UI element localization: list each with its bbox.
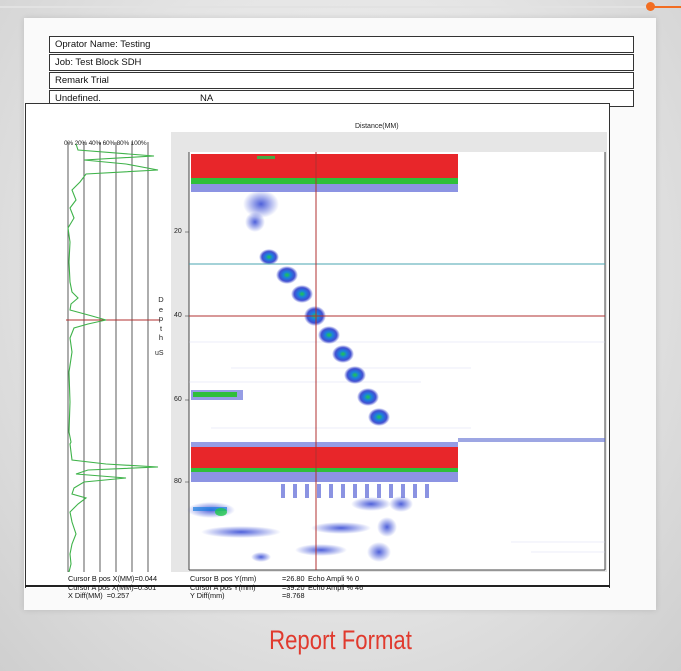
- job-row: Job: Test Block SDH: [49, 54, 634, 71]
- depth-letter: p: [158, 314, 164, 323]
- remark-text: Remark Trial: [55, 75, 109, 86]
- operator-text: Oprator Name: Testing: [55, 39, 151, 50]
- accent-line-orange: [654, 6, 681, 8]
- cursor-y-labels: Cursor B pos Y(mm) Cursor A pos Y(mm) Y Di…: [190, 574, 256, 601]
- cursor-x-readouts: Cursor B pos X(MM)=0.044 Cursor A pos X(M…: [68, 574, 157, 601]
- echo-readouts: Echo Ampli % 0 Echo Ampli % 46: [308, 574, 364, 592]
- depth-letter: t: [159, 323, 163, 333]
- x-diff-readout: X Diff(MM) =0.257: [68, 591, 130, 600]
- echo-a-readout: Echo Ampli % 46: [308, 582, 364, 592]
- depth-letter: D: [158, 295, 164, 304]
- depth-tick-label: 60: [174, 396, 182, 403]
- caption-report-format: Report Format: [269, 625, 412, 655]
- a-scan-gridlines: [67, 142, 149, 572]
- depth-ticks: [185, 231, 189, 483]
- accent-dot: [646, 2, 655, 11]
- y-diff-label: Y Diff(mm): [190, 591, 225, 600]
- b-scan-plot: [171, 132, 607, 572]
- y-diff-value: =8.768: [282, 591, 305, 600]
- depth-tick-label: 20: [174, 228, 182, 235]
- cursor-y-values: =26.80 =39.20 =8.768: [282, 574, 305, 601]
- remark-row: Remark Trial: [49, 72, 634, 89]
- depth-tick-label: 80: [174, 478, 182, 485]
- depth-letter: h: [158, 333, 164, 342]
- a-scan-trace: [67, 143, 159, 572]
- depth-tick-label: 40: [174, 312, 182, 319]
- depth-unit-label: uS: [155, 350, 164, 357]
- depth-letter: e: [158, 304, 164, 314]
- depth-axis-label: D e p t h: [157, 295, 165, 343]
- a-scan-panel: [66, 142, 160, 572]
- bottom-echo-band: [191, 447, 458, 469]
- accent-line: [0, 6, 651, 8]
- top-echo-edge: [191, 178, 458, 184]
- b-scan-svg: [185, 152, 606, 571]
- job-text: Job: Test Block SDH: [55, 57, 142, 68]
- top-echo-band: [191, 154, 458, 180]
- operator-row: Oprator Name: Testing: [49, 36, 634, 53]
- distance-axis-title: Distance(MM): [355, 123, 399, 130]
